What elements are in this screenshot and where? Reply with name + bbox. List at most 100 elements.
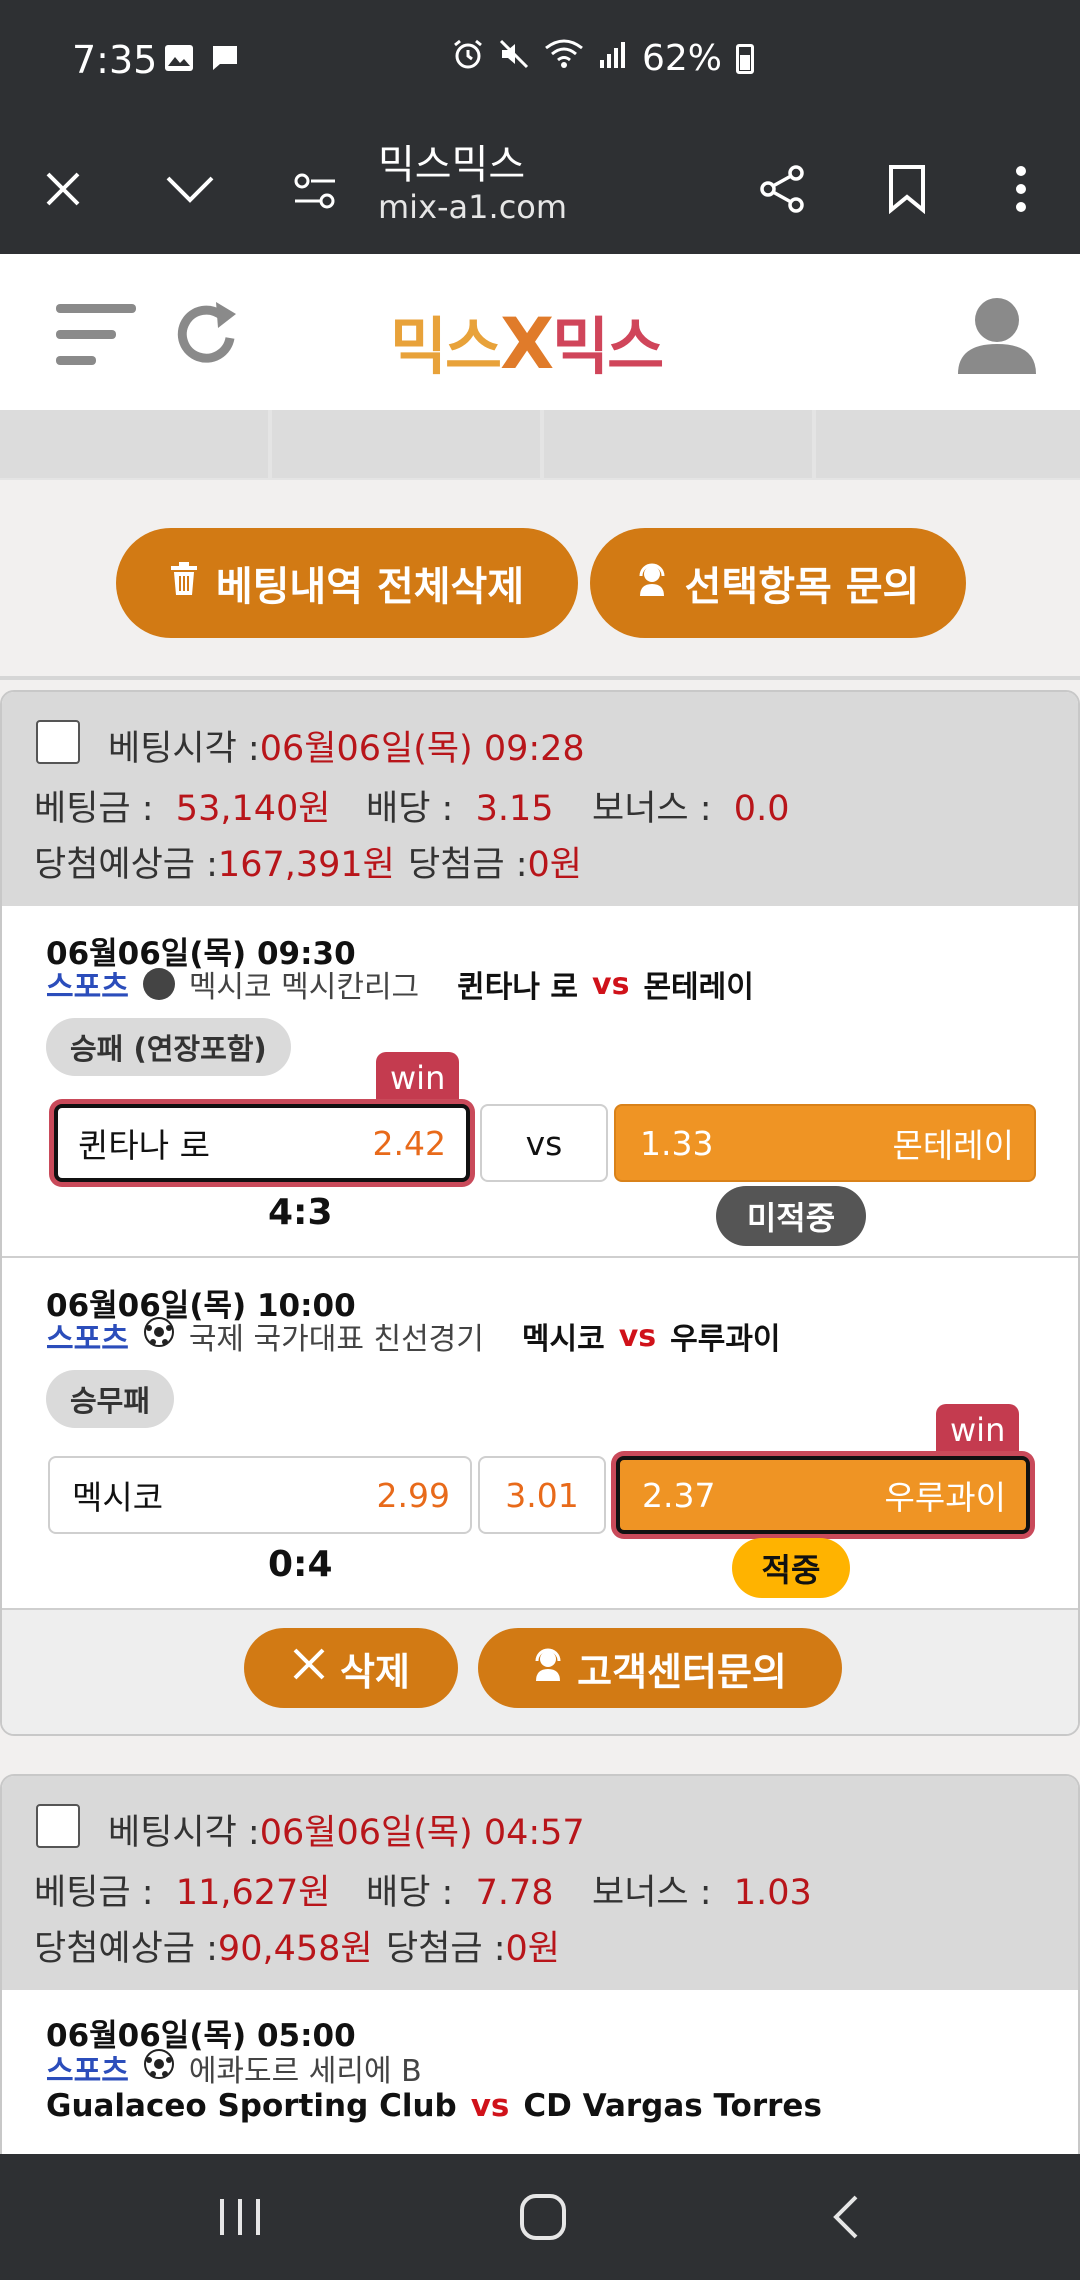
won-amount-value: 0원: [527, 845, 582, 885]
tab-item[interactable]: [816, 410, 1080, 478]
system-navigation-bar: [0, 2154, 1080, 2280]
bet-time-row: 베팅시각 :06월06일(목) 09:28: [108, 720, 585, 771]
bet-time-value: 06월06일(목) 09:28: [259, 729, 585, 769]
url-text[interactable]: mix-a1.com: [378, 188, 567, 226]
delete-bet-label: 삭제: [340, 1649, 410, 1694]
more-menu-icon[interactable]: [986, 154, 1056, 224]
bet-amount-label: 베팅금 :: [34, 1873, 154, 1913]
signal-icon: [598, 38, 628, 79]
expected-payout-value: 90,458원: [217, 1929, 373, 1969]
match-league-line: 스포츠 국제 국가대표 친선경기 멕시코 vs 우루과이: [46, 1314, 781, 1358]
divider: [0, 676, 1080, 680]
bet-bonus-label: 보너스 :: [592, 1873, 712, 1913]
status-time: 7:35: [72, 38, 158, 82]
customer-center-button[interactable]: 고객센터문의: [478, 1628, 842, 1708]
draw-option[interactable]: 3.01: [478, 1456, 606, 1534]
away-team: CD Vargas Torres: [523, 2088, 822, 2124]
market-type-pill: 승패 (연장포함): [46, 1018, 291, 1076]
bookmark-icon[interactable]: [872, 154, 942, 224]
home-odds-option[interactable]: 퀸타나 로 2.42: [54, 1104, 470, 1182]
home-odds: 2.42: [372, 1123, 446, 1163]
bet-select-checkbox[interactable]: [36, 720, 80, 764]
bet-slip-card: 베팅시각 :06월06일(목) 04:57 베팅금 : 11,627원 배당 :…: [0, 1774, 1080, 2154]
inquire-selected-button[interactable]: 선택항목 문의: [590, 528, 966, 638]
battery-text: 62%: [642, 38, 723, 79]
sport-category[interactable]: 스포츠: [46, 1314, 129, 1358]
bet-select-checkbox[interactable]: [36, 1804, 80, 1848]
hamburger-menu-icon[interactable]: [56, 302, 138, 372]
close-icon: [292, 1646, 326, 1690]
alarm-icon: [452, 38, 484, 79]
home-icon[interactable]: [508, 2182, 578, 2252]
won-amount-label: 당첨금 :: [408, 845, 528, 885]
sport-category[interactable]: 스포츠: [46, 962, 129, 1006]
bet-bonus-row: 보너스 : 0.0: [592, 780, 789, 831]
away-odds: 1.33: [640, 1123, 714, 1163]
share-icon[interactable]: [748, 154, 818, 224]
delete-all-bets-button[interactable]: 베팅내역 전체삭제: [116, 528, 578, 638]
back-icon[interactable]: [810, 2182, 880, 2252]
away-odds-option[interactable]: 2.37 우루과이: [616, 1456, 1030, 1534]
home-team: 퀸타나 로: [457, 970, 579, 1005]
bet-bonus-label: 보너스 :: [592, 789, 712, 829]
bet-odds-value: 7.78: [475, 1873, 554, 1913]
site-header: 믹스X믹스: [0, 254, 1080, 410]
close-tab-icon[interactable]: [28, 154, 98, 224]
status-right-group: 62%: [452, 38, 755, 79]
away-option-label: 우루과이: [884, 1478, 1006, 1517]
status-bar: 7:35 62%: [0, 0, 1080, 124]
home-team: 멕시코: [521, 1322, 605, 1357]
sport-category[interactable]: 스포츠: [46, 2046, 129, 2090]
tab-item[interactable]: [272, 410, 540, 478]
away-team: 우루과이: [670, 1322, 781, 1357]
match-league-line: 스포츠 멕시코 멕시칸리그 퀸타나 로 vs 몬테레이: [46, 962, 754, 1006]
match-score: 4:3: [268, 1192, 333, 1233]
draw-option-label: vs: [525, 1123, 563, 1163]
tab-item[interactable]: [0, 410, 268, 478]
gallery-icon: [164, 44, 194, 72]
home-odds-option[interactable]: 멕시코 2.99: [48, 1456, 472, 1534]
bet-amount-label: 베팅금 :: [34, 789, 154, 829]
delete-bet-button[interactable]: 삭제: [244, 1628, 458, 1708]
bet-odds-row: 배당 : 7.78: [366, 1864, 554, 1915]
page-title: 믹스믹스: [378, 142, 526, 188]
bet-bonus-value: 0.0: [733, 789, 790, 829]
user-avatar-icon[interactable]: [956, 294, 1038, 380]
bet-time-row: 베팅시각 :06월06일(목) 04:57: [108, 1804, 585, 1855]
away-odds-option[interactable]: 1.33 몬테레이: [614, 1104, 1036, 1182]
support-agent-icon: [533, 1646, 563, 1690]
bet-card-footer: 삭제 고객센터문의: [2, 1610, 1078, 1734]
tab-item[interactable]: [544, 410, 812, 478]
market-type-pill: 승무패: [46, 1370, 175, 1428]
vs-label: vs: [618, 1318, 657, 1354]
bet-slip-card: 베팅시각 :06월06일(목) 09:28 베팅금 : 53,140원 배당 :…: [0, 690, 1080, 1736]
home-odds: 2.99: [376, 1475, 450, 1515]
delete-all-label: 베팅내역 전체삭제: [215, 564, 525, 610]
won-amount-row: 당첨금 :0원: [386, 1920, 560, 1971]
chevron-down-icon[interactable]: [155, 154, 225, 224]
recent-apps-icon[interactable]: [205, 2182, 275, 2252]
match-league-line: 스포츠 에콰도르 세리에 B: [46, 2046, 422, 2090]
win-tag: win: [936, 1404, 1020, 1456]
refresh-icon[interactable]: [172, 298, 242, 374]
expected-payout-value: 167,391원: [217, 845, 395, 885]
bet-amount-row: 베팅금 : 11,627원: [34, 1864, 330, 1915]
result-badge-hit: 적중: [732, 1538, 850, 1598]
bet-amount-row: 베팅금 : 53,140원: [34, 780, 330, 831]
league-name: 멕시코 멕시칸리그: [188, 970, 420, 1005]
match-teams-line: Gualaceo Sporting Club vs CD Vargas Torr…: [46, 2088, 822, 2124]
site-logo[interactable]: 믹스X믹스: [390, 296, 664, 386]
message-icon: [210, 44, 240, 72]
browser-toolbar: 믹스믹스 mix-a1.com: [0, 124, 1080, 254]
draw-option[interactable]: vs: [480, 1104, 608, 1182]
win-tag: win: [376, 1052, 460, 1104]
site-settings-icon[interactable]: [280, 156, 350, 226]
bet-bonus-row: 보너스 : 1.03: [592, 1864, 812, 1915]
home-team: Gualaceo Sporting Club: [46, 2088, 457, 2124]
bet-summary: 베팅시각 :06월06일(목) 04:57 베팅금 : 11,627원 배당 :…: [2, 1776, 1078, 1990]
bet-time-label: 베팅시각 :: [108, 1813, 260, 1853]
bet-amount-value: 11,627원: [175, 1873, 331, 1913]
expected-payout-row: 당첨예상금 :90,458원: [34, 1920, 373, 1971]
bet-amount-value: 53,140원: [175, 789, 331, 829]
bet-odds-value: 3.15: [475, 789, 554, 829]
